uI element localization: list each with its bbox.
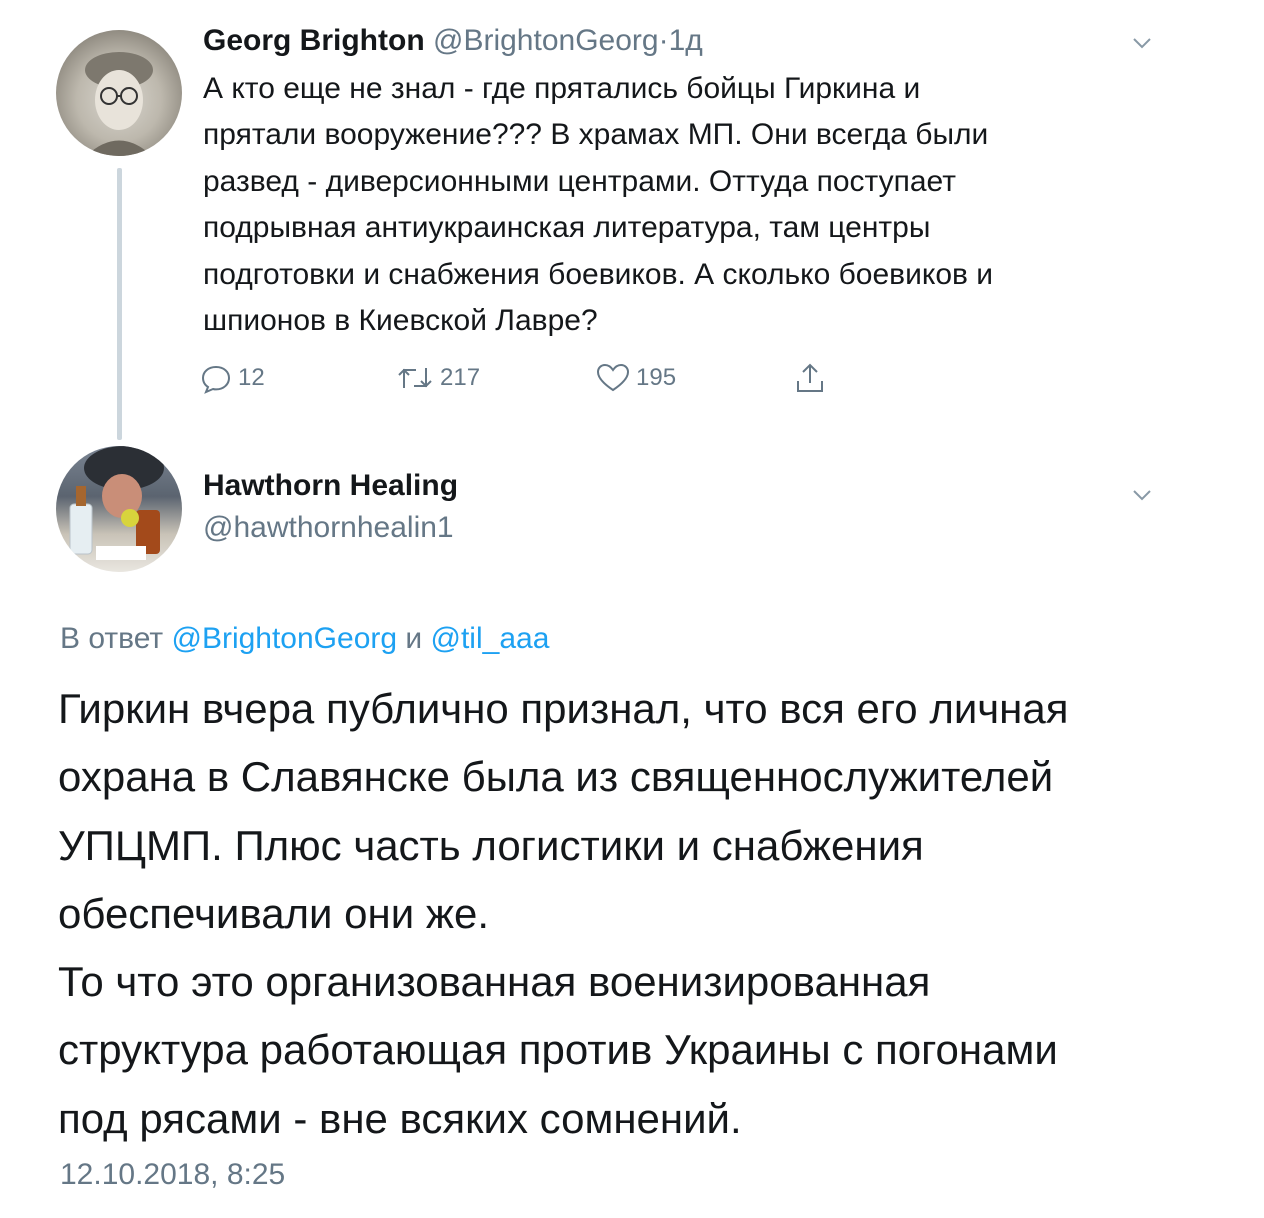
tweet1-age[interactable]: 1д xyxy=(669,24,703,57)
tweet1-author-name[interactable]: Georg Brighton xyxy=(203,24,425,57)
mention-link[interactable]: @til_aaa xyxy=(431,622,550,655)
reply-button[interactable]: 12 xyxy=(200,358,265,398)
replying-conjunction: и xyxy=(405,622,423,655)
tweet1-author-handle[interactable]: @BrightonGeorg xyxy=(433,24,659,57)
replying-to-line: В ответ @BrightonGeorg и @til_aaa xyxy=(60,620,549,658)
tweet2-timestamp[interactable]: 12.10.2018, 8:25 xyxy=(60,1156,285,1194)
retweet-button[interactable]: 217 xyxy=(396,358,480,398)
reply-icon xyxy=(201,365,231,394)
retweet-icon xyxy=(398,368,432,388)
tweet1-text: А кто еще не знал - где прятались бойцы … xyxy=(203,72,994,338)
avatar-hawthorn-healing[interactable] xyxy=(56,446,182,572)
tweet2-text: Гиркин вчера публично признал, что вся е… xyxy=(58,685,1069,1142)
avatar-photo xyxy=(69,446,164,560)
tweet1-header: Georg Brighton @BrightonGeorg·1д xyxy=(203,22,703,60)
reply-count: 12 xyxy=(238,364,265,391)
like-count: 195 xyxy=(636,364,677,391)
tweet1-separator: · xyxy=(658,24,669,57)
chevron-down-icon[interactable] xyxy=(1131,484,1153,506)
tweet2-author-name[interactable]: Hawthorn Healing xyxy=(203,467,458,505)
replying-prefix: В ответ xyxy=(60,622,164,655)
thread-connector xyxy=(117,168,122,440)
avatar-photo xyxy=(85,52,153,156)
avatar-georg-brighton[interactable] xyxy=(56,30,182,156)
like-icon xyxy=(596,363,630,392)
chevron-down-icon[interactable] xyxy=(1131,32,1153,54)
tweet2-author-handle[interactable]: @hawthornhealin1 xyxy=(203,509,454,547)
share-button[interactable] xyxy=(793,358,833,398)
like-button[interactable]: 195 xyxy=(596,358,676,398)
share-icon xyxy=(797,363,823,392)
tweet1-actions: 12 217 195 xyxy=(200,358,900,398)
retweet-count: 217 xyxy=(440,364,481,391)
mention-link[interactable]: @BrightonGeorg xyxy=(171,622,397,655)
